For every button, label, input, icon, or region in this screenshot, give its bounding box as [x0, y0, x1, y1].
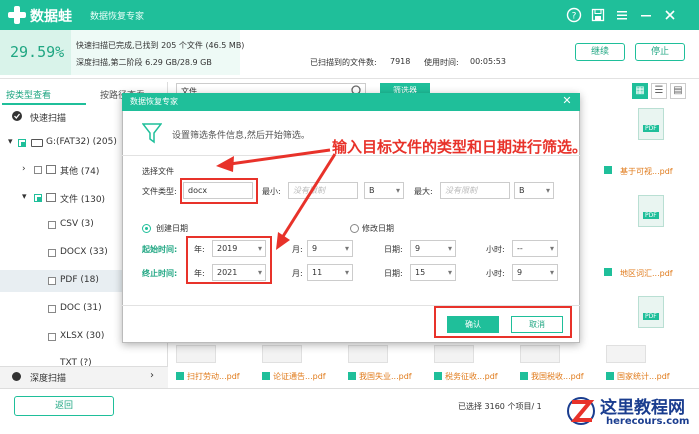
annotation-arrows	[216, 148, 337, 250]
annotation-text: 输入目标文件的类型和日期进行筛选。	[332, 138, 588, 156]
watermark-url: herecours.com	[606, 416, 690, 427]
watermark-logo-icon	[566, 394, 596, 428]
watermark-text: 这里教程网	[600, 398, 685, 418]
